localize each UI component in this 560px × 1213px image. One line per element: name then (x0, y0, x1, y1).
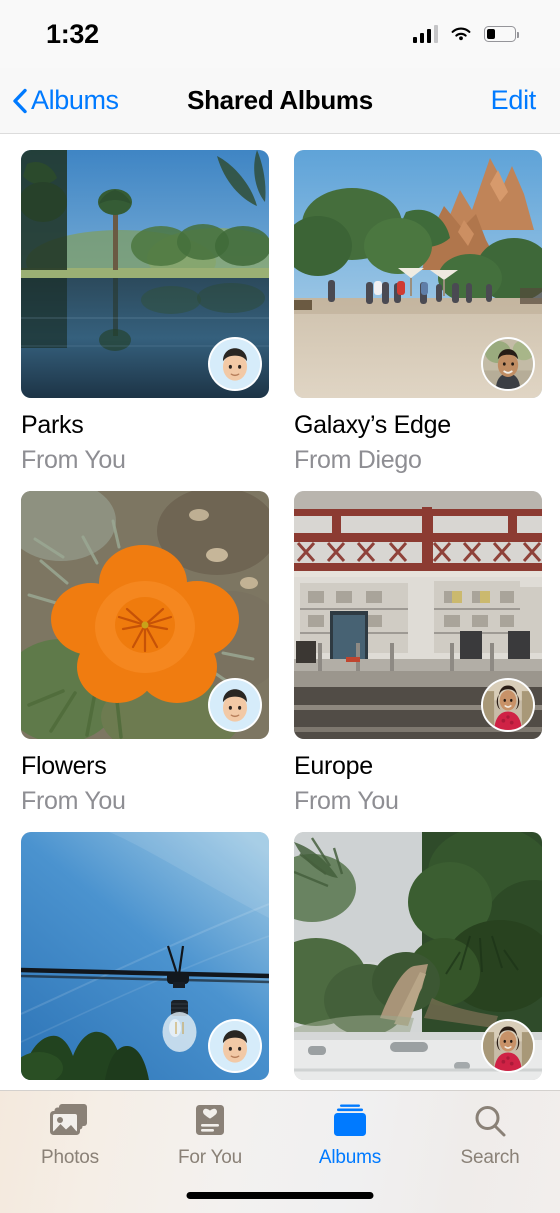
navigation-bar: Albums Shared Albums Edit (0, 68, 560, 134)
tab-label: Search (460, 1147, 520, 1168)
album-thumbnail[interactable] (294, 491, 542, 739)
battery-icon (484, 26, 519, 42)
album-item[interactable]: Galaxy’s Edge From Diego (294, 150, 542, 491)
search-icon (473, 1101, 507, 1141)
cellular-signal-icon (412, 25, 438, 43)
album-thumbnail[interactable] (21, 150, 269, 398)
photos-app-screen: 1:32 Albums Shared Albums Edit Parks Fro… (0, 0, 560, 1213)
home-indicator[interactable] (186, 1192, 374, 1199)
album-subtitle: From You (21, 446, 126, 474)
album-thumbnail[interactable] (294, 832, 542, 1080)
tab-label: Albums (318, 1147, 382, 1168)
memoji-avatar (210, 1021, 260, 1071)
status-indicators (412, 25, 519, 43)
woman-red-top-photo-avatar (483, 680, 533, 730)
tab-albums[interactable]: Albums (280, 1101, 420, 1169)
avatar (208, 1019, 262, 1073)
woman-red-top-photo-avatar (483, 1021, 533, 1071)
status-bar: 1:32 (0, 0, 560, 68)
album-title: Parks (21, 411, 84, 439)
avatar (208, 337, 262, 391)
for-you-icon (193, 1101, 227, 1141)
album-subtitle: From Diego (294, 446, 422, 474)
album-subtitle: From You (21, 787, 126, 815)
avatar (208, 678, 262, 732)
tab-label: For You (177, 1147, 243, 1168)
page-title: Shared Albums (187, 85, 373, 115)
avatar (481, 678, 535, 732)
photos-icon (50, 1101, 90, 1141)
avatar (481, 1019, 535, 1073)
album-item[interactable]: Pumpkin Patch (21, 832, 269, 1094)
memoji-avatar (210, 339, 260, 389)
avatar (481, 337, 535, 391)
tab-for-you[interactable]: For You (140, 1101, 280, 1169)
album-item[interactable]: Flowers From You (21, 491, 269, 832)
albums-icon (332, 1101, 368, 1141)
album-thumbnail[interactable] (21, 832, 269, 1080)
album-item[interactable]: Parks From You (21, 150, 269, 491)
album-item[interactable]: Kona (294, 832, 542, 1094)
album-subtitle: From You (294, 787, 399, 815)
tab-search[interactable]: Search (420, 1101, 560, 1169)
album-item[interactable]: Europe From You (294, 491, 542, 832)
album-thumbnail[interactable] (21, 491, 269, 739)
memoji-avatar (210, 680, 260, 730)
diego-photo-avatar (483, 339, 533, 389)
status-time: 1:32 (46, 18, 99, 49)
tab-photos[interactable]: Photos (0, 1101, 140, 1169)
album-title: Europe (294, 752, 373, 780)
tab-bar: Photos For You Albums Search (0, 1090, 560, 1213)
album-thumbnail[interactable] (294, 150, 542, 398)
tab-label: Photos (41, 1147, 99, 1168)
edit-button[interactable]: Edit (491, 85, 537, 116)
wifi-icon (451, 27, 471, 41)
album-title: Flowers (21, 752, 107, 780)
shared-albums-grid[interactable]: Parks From You Galaxy’s Edge From Diego … (0, 134, 560, 1094)
album-title: Galaxy’s Edge (294, 411, 451, 439)
